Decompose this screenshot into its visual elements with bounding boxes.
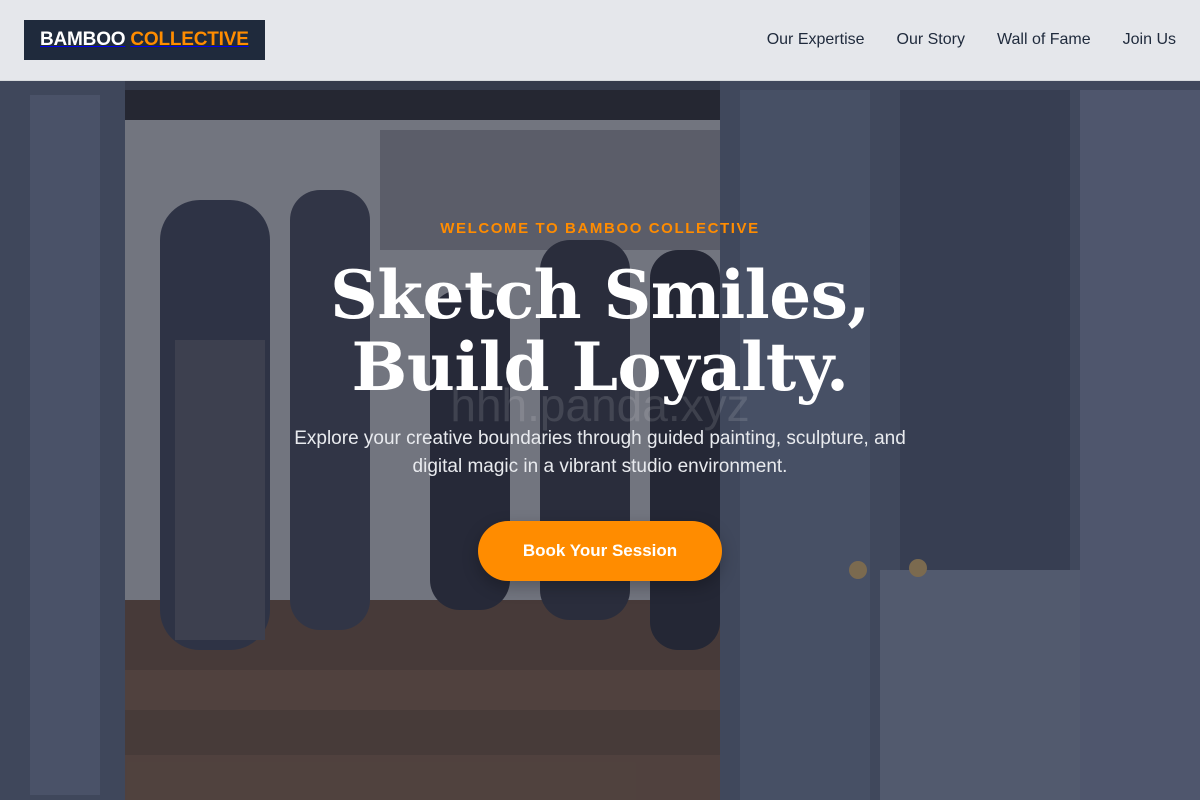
hero-eyebrow: WELCOME TO BAMBOO COLLECTIVE <box>440 220 760 237</box>
brand-logo[interactable]: BAMBOO COLLECTIVE <box>24 20 265 60</box>
top-navbar: BAMBOO COLLECTIVE Our Expertise Our Stor… <box>0 0 1200 81</box>
nav-link-wall-of-fame[interactable]: Wall of Fame <box>997 31 1091 48</box>
hero-headline: Sketch Smiles, Build Loyalty. <box>330 256 870 406</box>
brand-word-1: BAMBOO <box>40 29 126 50</box>
hero-subhead: Explore your creative boundaries through… <box>294 428 906 477</box>
hero-section: WELCOME TO BAMBOO COLLECTIVE Sketch Smil… <box>0 220 1200 581</box>
nav-link-our-expertise[interactable]: Our Expertise <box>767 31 865 48</box>
book-session-button[interactable]: Book Your Session <box>478 521 722 581</box>
main-nav: Our Expertise Our Story Wall of Fame Joi… <box>767 31 1176 49</box>
brand-word-2: COLLECTIVE <box>130 29 249 50</box>
nav-link-join-us[interactable]: Join Us <box>1123 31 1176 48</box>
nav-link-our-story[interactable]: Our Story <box>897 31 965 48</box>
